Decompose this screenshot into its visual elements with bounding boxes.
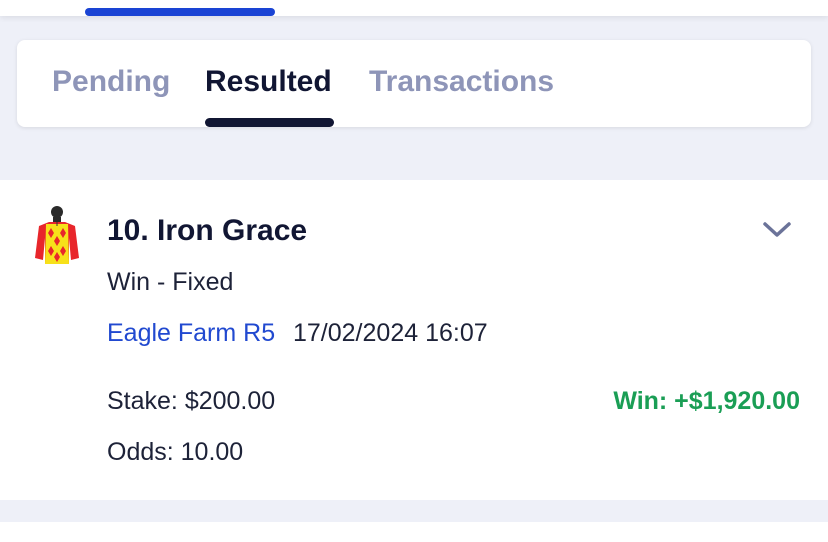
tab-transactions[interactable]: Transactions [369, 64, 554, 100]
runner-name: 10. Iron Grace [107, 214, 308, 247]
active-tab-underline [205, 118, 334, 127]
stake-amount: Stake: $200.00 [107, 387, 276, 415]
bet-type: Win - Fixed [107, 268, 234, 296]
chevron-down-icon[interactable] [760, 218, 794, 240]
race-link[interactable]: Eagle Farm R5 [107, 318, 275, 348]
jockey-silks-icon [35, 206, 79, 264]
next-card-edge [0, 522, 828, 542]
win-result: Win: +$1,920.00 [613, 387, 800, 415]
tab-pending[interactable]: Pending [52, 64, 170, 100]
top-tab-indicator [85, 8, 275, 16]
odds-value: Odds: 10.00 [107, 438, 244, 466]
tab-resulted[interactable]: Resulted [205, 64, 332, 100]
race-datetime: 17/02/2024 16:07 [293, 319, 488, 347]
